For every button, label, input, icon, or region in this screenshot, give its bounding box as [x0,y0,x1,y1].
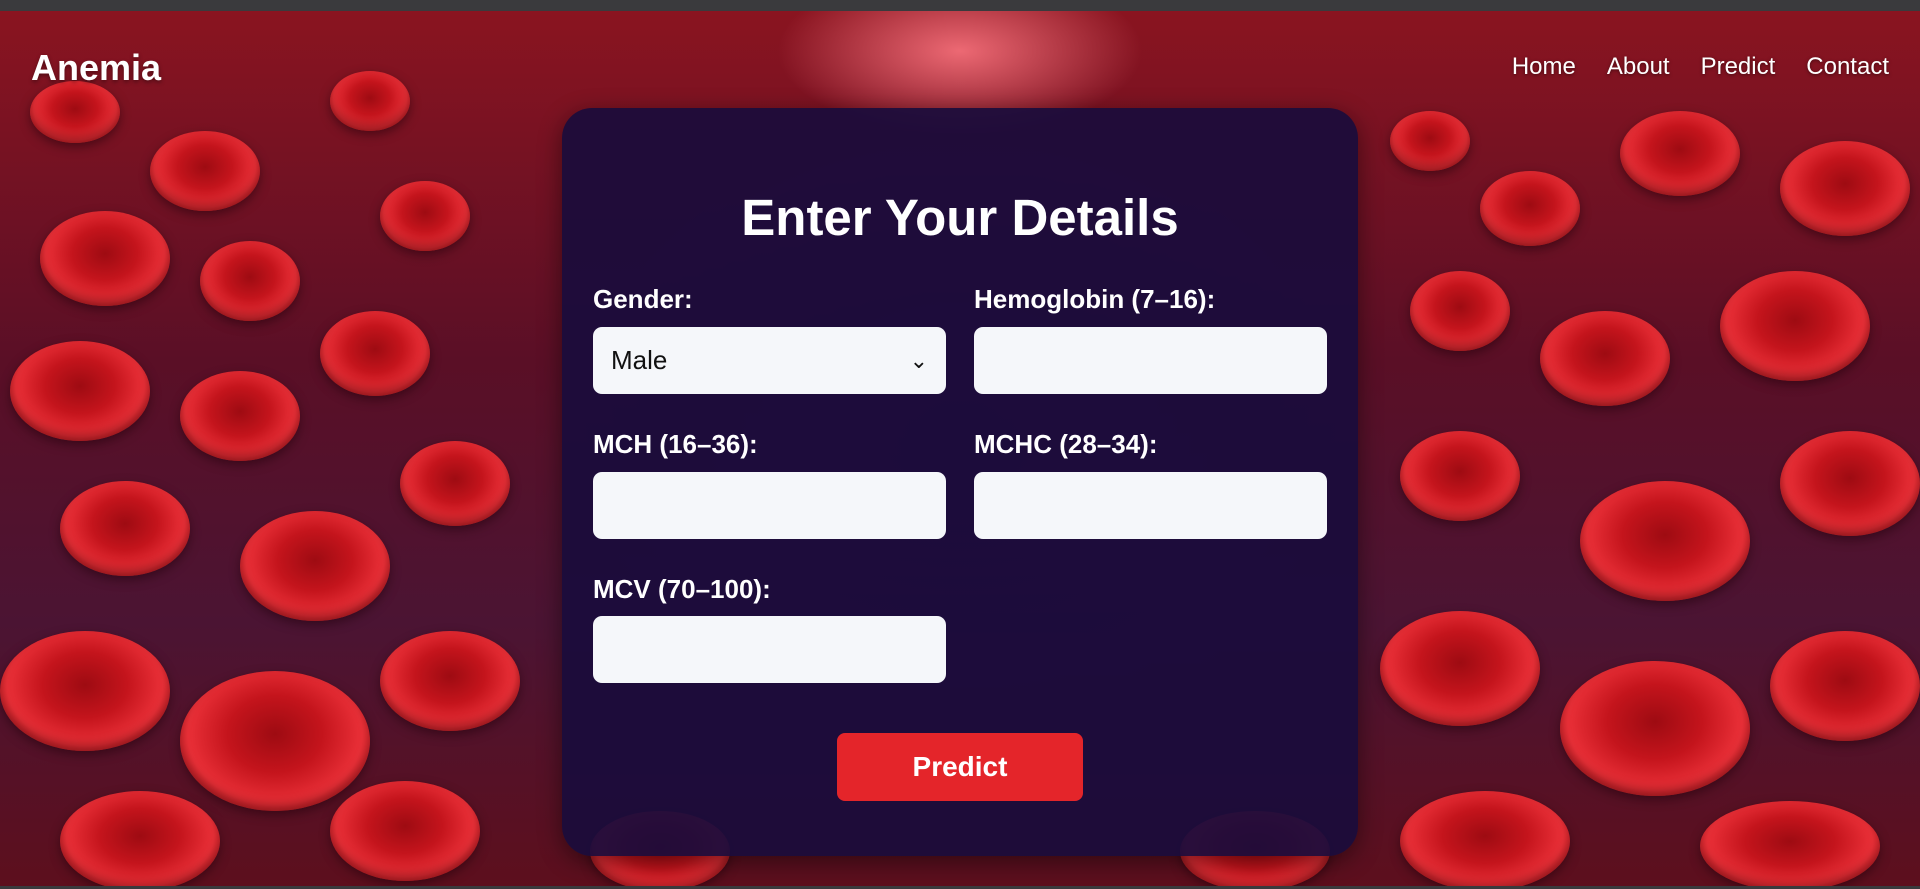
gender-select-value: Male [611,345,668,375]
blood-cell [240,511,390,621]
nav-link-predict[interactable]: Predict [1701,53,1776,81]
blood-cell [1400,791,1570,886]
window-top-bar [0,0,1920,11]
blood-cell [40,211,170,306]
blood-cell [1720,271,1870,381]
mch-input[interactable] [593,472,946,539]
form-title: Enter Your Details [741,189,1179,246]
blood-cell [1410,271,1510,351]
blood-cell [380,181,470,251]
blood-cell [150,131,260,211]
blood-cell [1480,171,1580,246]
brand-logo[interactable]: Anemia [31,47,161,89]
nav-link-home[interactable]: Home [1512,53,1576,81]
blood-cell [1780,141,1910,236]
blood-cell [1400,431,1520,521]
blood-cell [1770,631,1920,741]
blood-cell [1580,481,1750,601]
chevron-down-icon: ⌄ [909,347,928,373]
gender-select[interactable]: Male ⌄ [593,327,946,394]
mcv-input[interactable] [593,616,946,683]
nav-link-contact[interactable]: Contact [1806,53,1889,81]
blood-cell [1780,431,1920,536]
nav-menu: Home About Predict Contact [1512,53,1889,81]
mch-label: MCH (16–36): [593,429,758,459]
blood-cell [200,241,300,321]
hemoglobin-input[interactable] [974,327,1327,394]
blood-cell [1380,611,1540,726]
blood-cell [1700,801,1880,886]
mchc-input[interactable] [974,472,1327,539]
blood-cell [380,631,520,731]
predict-button[interactable]: Predict [837,733,1083,801]
mcv-label: MCV (70–100): [593,574,771,604]
blood-cell [330,781,480,881]
blood-cell [1560,661,1750,796]
blood-cell [400,441,510,526]
blood-cell [60,481,190,576]
details-form-card: Enter Your Details Gender: Male ⌄ Hemogl… [562,108,1358,856]
blood-cell [180,671,370,811]
gender-label: Gender: [593,284,693,314]
blood-cell [320,311,430,396]
blood-cell [180,371,300,461]
hemoglobin-label: Hemoglobin (7–16): [974,284,1216,314]
mchc-label: MCHC (28–34): [974,429,1158,459]
nav-link-about[interactable]: About [1607,53,1670,81]
blood-cell [60,791,220,886]
blood-cell [10,341,150,441]
blood-cell [1540,311,1670,406]
blood-cell [0,631,170,751]
